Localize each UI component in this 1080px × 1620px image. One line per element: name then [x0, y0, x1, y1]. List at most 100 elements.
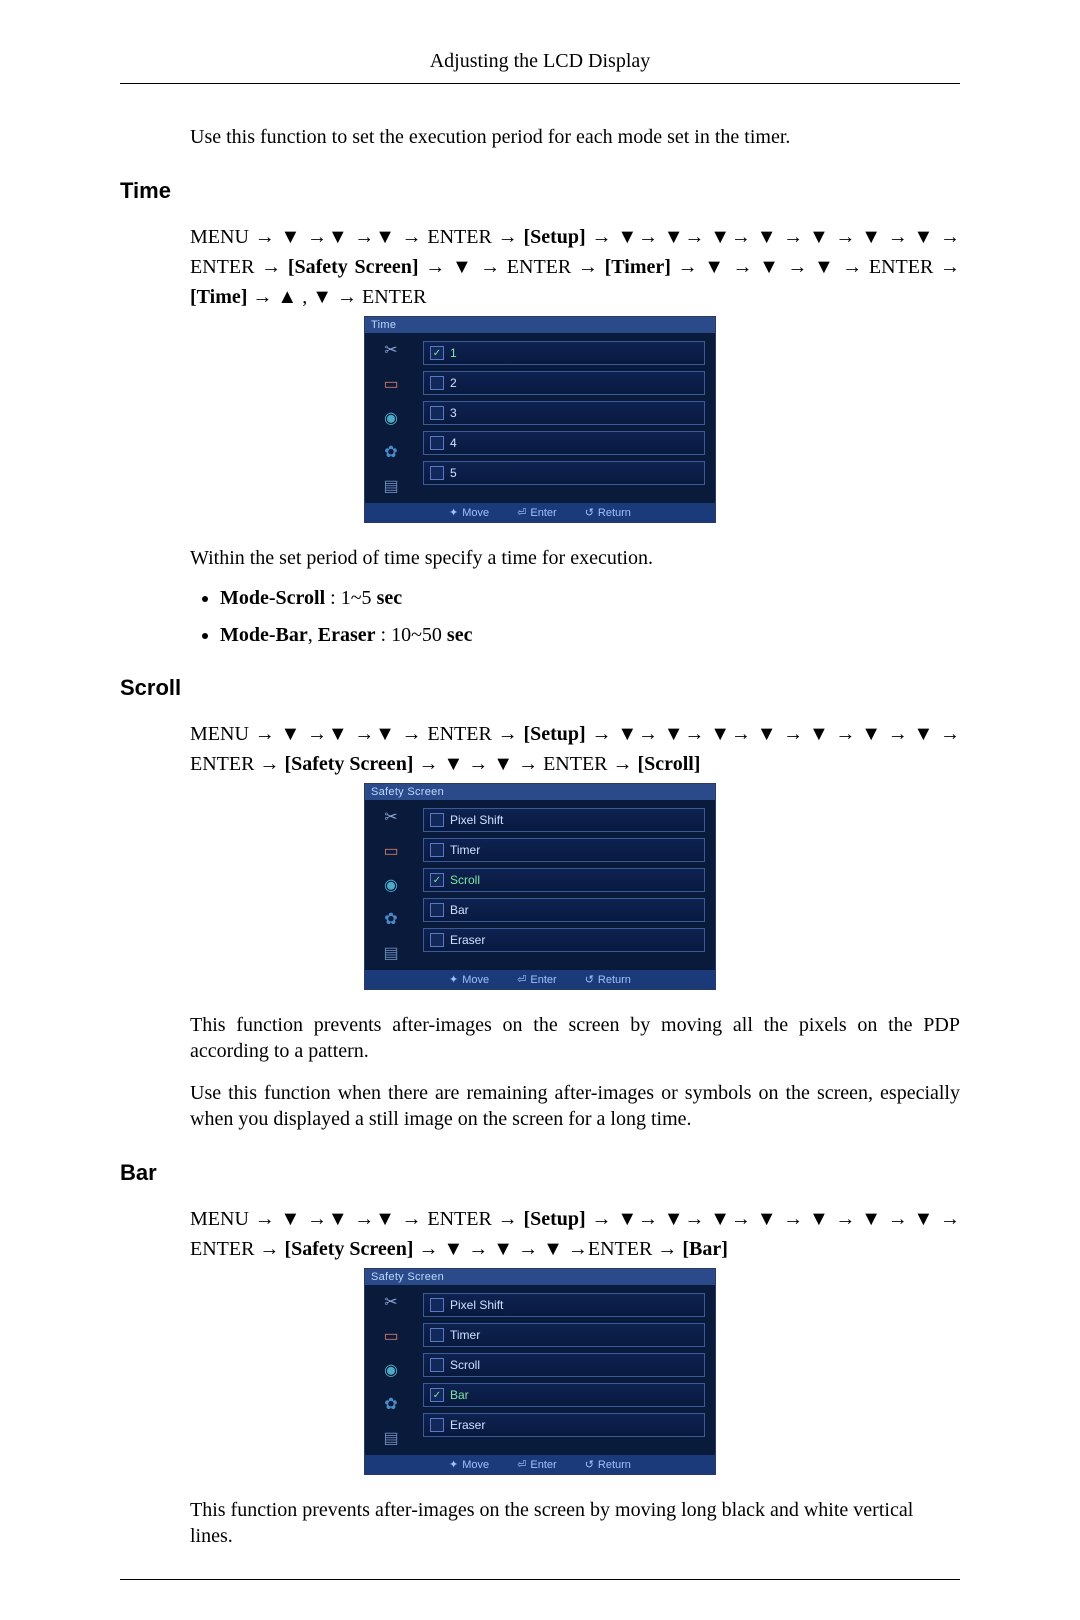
bullet-item: Mode-Scroll : 1~5 sec [220, 587, 960, 610]
enter-icon: ⏎ [517, 1458, 526, 1471]
osd-footer: ✦Move ⏎ Enter ↺ Return [365, 503, 715, 522]
sound-icon: ◉ [379, 1359, 403, 1381]
checkbox-icon: ✓ [430, 1418, 444, 1432]
multi-icon: ▤ [379, 475, 403, 497]
osd-side-icons: ✂▭◉✿▤ [365, 1285, 417, 1455]
osd-item[interactable]: ✓ Scroll [423, 1353, 705, 1377]
osd-scroll: Safety Screen✂▭◉✿▤✓Pixel Shift✓Timer✓Scr… [120, 783, 960, 990]
pic-icon: ▭ [379, 840, 403, 862]
osd-item-label: Eraser [450, 1418, 485, 1432]
osd-footer-label: Return [598, 507, 631, 519]
checkbox-icon: ✓ [430, 903, 444, 917]
gear-icon: ✿ [379, 908, 403, 930]
checkbox-icon: ✓ [430, 843, 444, 857]
osd-list: ✓1✓2✓3✓4✓5 [417, 333, 715, 503]
osd-menu: Safety Screen✂▭◉✿▤✓Pixel Shift✓Timer✓Scr… [364, 783, 716, 990]
scroll-description-2: Use this function when there are remaini… [190, 1080, 960, 1132]
osd-footer-label: Return [598, 1459, 631, 1471]
time-bullets: Mode-Scroll : 1~5 sec Mode-Bar, Eraser : … [190, 587, 960, 647]
checkbox-icon: ✓ [430, 466, 444, 480]
multi-icon: ▤ [379, 1427, 403, 1449]
osd-footer-enter: ⏎ Enter [517, 1458, 557, 1471]
osd-item-label: Scroll [450, 873, 480, 887]
osd-footer-label: Move [462, 974, 489, 986]
tool-icon: ✂ [379, 806, 403, 828]
gear-icon: ✿ [379, 441, 403, 463]
return-icon: ↺ [585, 973, 594, 986]
osd-title: Time [365, 317, 715, 333]
osd-item[interactable]: ✓3 [423, 401, 705, 425]
enter-icon: ⏎ [517, 506, 526, 519]
osd-item[interactable]: ✓1 [423, 341, 705, 365]
move-icon: ✦ [449, 506, 458, 519]
osd-list: ✓Pixel Shift ✓ Timer ✓ Scroll ✓ Bar ✓ Eraser [417, 800, 715, 970]
osd-item-label: Bar [450, 903, 469, 917]
osd-footer-return: ↺Return [585, 973, 631, 986]
osd-item-label: Eraser [450, 933, 485, 947]
osd-item-label: Scroll [450, 1358, 480, 1372]
osd-side-icons: ✂▭◉✿▤ [365, 333, 417, 503]
osd-item[interactable]: ✓Bar [423, 1383, 705, 1407]
move-icon: ✦ [449, 1458, 458, 1471]
osd-item[interactable]: ✓ Scroll [423, 868, 705, 892]
nav-sequence-scroll: MENU → ▼ →▼ →▼ → ENTER → [Setup] → ▼→ ▼→… [190, 719, 960, 779]
osd-title: Safety Screen [365, 1269, 715, 1285]
osd-item-label: 3 [450, 406, 457, 420]
return-icon: ↺ [585, 1458, 594, 1471]
nav-sequence-time: MENU → ▼ →▼ →▼ → ENTER → [Setup] → ▼→ ▼→… [190, 222, 960, 312]
intro-paragraph: Use this function to set the execution p… [190, 124, 960, 150]
tool-icon: ✂ [379, 339, 403, 361]
checkbox-icon: ✓ [430, 1298, 444, 1312]
section-heading-bar: Bar [120, 1160, 960, 1186]
sound-icon: ◉ [379, 874, 403, 896]
osd-footer-enter: ⏎ Enter [517, 506, 557, 519]
osd-footer-return: ↺ Return [585, 506, 631, 519]
osd-item[interactable]: ✓4 [423, 431, 705, 455]
checkbox-icon: ✓ [430, 873, 444, 887]
osd-item-label: 4 [450, 436, 457, 450]
checkbox-icon: ✓ [430, 1328, 444, 1342]
osd-footer-return: ↺ Return [585, 1458, 631, 1471]
osd-item-label: 2 [450, 376, 457, 390]
section-heading-time: Time [120, 178, 960, 204]
page-header: Adjusting the LCD Display [120, 50, 960, 84]
osd-menu: Safety Screen✂▭◉✿▤✓Pixel Shift✓Timer✓Scr… [364, 1268, 716, 1475]
osd-item[interactable]: ✓Timer [423, 1323, 705, 1347]
checkbox-icon: ✓ [430, 1388, 444, 1402]
return-icon: ↺ [585, 506, 594, 519]
osd-footer: ✦Move⏎Enter↺Return [365, 1455, 715, 1474]
osd-footer-label: Enter [530, 1459, 556, 1471]
checkbox-icon: ✓ [430, 436, 444, 450]
sound-icon: ◉ [379, 407, 403, 429]
osd-footer-move: ✦Move [449, 506, 489, 519]
multi-icon: ▤ [379, 942, 403, 964]
osd-item[interactable]: ✓ Eraser [423, 928, 705, 952]
osd-item[interactable]: ✓5 [423, 461, 705, 485]
document-page: Adjusting the LCD Display Use this funct… [0, 0, 1080, 1620]
time-description: Within the set period of time specify a … [190, 545, 960, 571]
osd-footer-label: Enter [530, 507, 556, 519]
gear-icon: ✿ [379, 1393, 403, 1415]
osd-item-label: Timer [450, 843, 480, 857]
pic-icon: ▭ [379, 1325, 403, 1347]
checkbox-icon: ✓ [430, 1358, 444, 1372]
checkbox-icon: ✓ [430, 933, 444, 947]
osd-item[interactable]: ✓Pixel Shift [423, 808, 705, 832]
osd-item[interactable]: ✓ Timer [423, 838, 705, 862]
osd-item[interactable]: ✓2 [423, 371, 705, 395]
scroll-description-1: This function prevents after-images on t… [190, 1012, 960, 1064]
bottom-rule [120, 1579, 960, 1580]
checkbox-icon: ✓ [430, 406, 444, 420]
osd-item[interactable]: ✓ Pixel Shift [423, 1293, 705, 1317]
osd-item-label: Pixel Shift [450, 1298, 503, 1312]
osd-item[interactable]: ✓ Eraser [423, 1413, 705, 1437]
bullet-item: Mode-Bar, Eraser : 10~50 sec [220, 624, 960, 647]
enter-icon: ⏎ [517, 973, 526, 986]
osd-item-label: Pixel Shift [450, 813, 503, 827]
osd-item-label: 1 [450, 346, 457, 360]
osd-side-icons: ✂ ▭ ◉ ✿ ▤ [365, 800, 417, 970]
osd-footer-move: ✦Move [449, 973, 489, 986]
osd-time: Time✂▭◉✿▤✓1✓2✓3✓4✓5✦Move⏎Enter↺Return [120, 316, 960, 523]
osd-bar: Safety Screen✂▭◉✿▤✓Pixel Shift✓Timer✓Scr… [120, 1268, 960, 1475]
osd-item[interactable]: ✓ Bar [423, 898, 705, 922]
